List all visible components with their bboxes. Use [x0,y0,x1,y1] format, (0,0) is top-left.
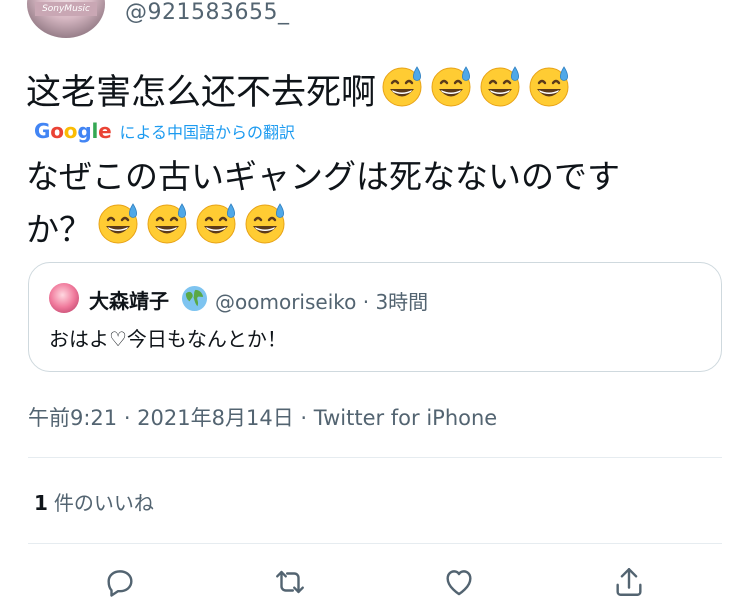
quoted-avatar [49,283,79,313]
quoted-time: 3時間 [375,290,429,314]
divider [28,457,722,458]
translated-line-2-row: か？ [26,201,686,258]
share-icon[interactable] [612,565,646,599]
author-avatar[interactable]: SonyMusic [27,0,105,38]
like-icon[interactable] [442,565,476,599]
google-logo: Google [34,119,112,143]
translated-emojis [92,201,288,258]
grinning-face-with-sweat-icon [195,201,239,245]
divider [28,543,722,544]
grinning-face-with-sweat-icon [146,201,190,245]
tweet-original-text: 这老害怎么还不去死啊 [26,64,572,121]
grinning-face-with-sweat-icon [97,201,141,245]
quoted-text: おはよ♡今日もなんとか！ [49,327,287,351]
quoted-tweet[interactable]: 大森靖子 @oomoriseiko · 3時間 おはよ♡今日もなんとか！ [28,262,722,372]
avatar-caption: SonyMusic [35,2,97,16]
translated-line-1: なぜこの古いギャングは死なないのです [26,157,620,196]
likes-count[interactable]: 1 件のいいね [34,487,154,516]
quoted-separator: · [362,290,370,314]
translated-line-2: か？ [26,209,92,249]
translated-text: なぜこの古いギャングは死なないのです か？ [26,153,686,258]
quoted-handle-time: @oomoriseiko · 3時間 [215,286,428,315]
likes-label: 件のいいね [53,491,154,515]
grinning-face-with-sweat-icon [479,64,523,108]
globe-icon [181,285,208,312]
translation-attribution[interactable]: Google による中国語からの翻訳 [34,118,295,144]
translation-label[interactable]: による中国語からの翻訳 [119,119,295,143]
author-handle[interactable]: @921583655_ [125,0,289,25]
grinning-face-with-sweat-icon [381,64,425,108]
tweet-text: 这老害怎么还不去死啊 [26,72,377,113]
tweet-timestamp: 午前9:21 · 2021年8月14日 · Twitter for iPhone [28,406,498,430]
grinning-face-with-sweat-icon [244,201,288,245]
likes-number: 1 [34,491,48,515]
quoted-handle: @oomoriseiko [215,290,357,314]
reply-icon[interactable] [103,565,137,599]
grinning-face-with-sweat-icon [430,64,474,108]
tweet-emojis [376,64,572,121]
grinning-face-with-sweat-icon [528,64,572,108]
quoted-name: 大森靖子 [89,289,169,313]
retweet-icon[interactable] [273,565,307,599]
